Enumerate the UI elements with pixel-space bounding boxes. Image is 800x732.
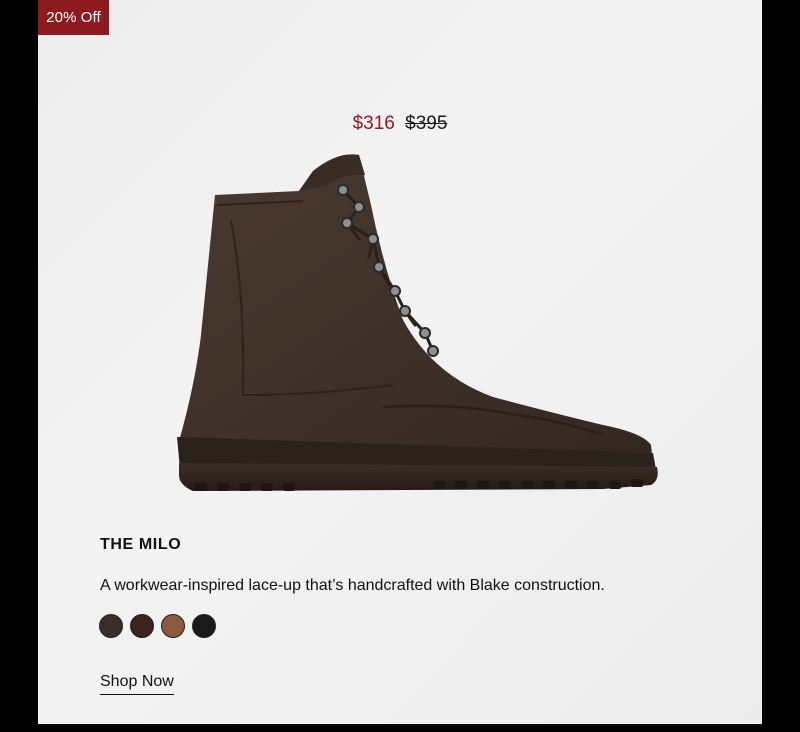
color-swatches	[99, 614, 216, 638]
product-card: 20% Off $316 $395 THE MILO A workwear-in…	[38, 0, 762, 724]
swatch-3[interactable]	[161, 614, 185, 638]
original-price: $395	[405, 113, 448, 134]
sale-price: $316	[352, 113, 395, 134]
product-description: A workwear-inspired lace-up that’s handc…	[100, 577, 605, 594]
swatch-2[interactable]	[130, 614, 154, 638]
shop-now-link[interactable]: Shop Now	[100, 673, 174, 695]
discount-badge: 20% Off	[38, 0, 109, 35]
product-title: THE MILO	[100, 536, 182, 553]
swatch-1[interactable]	[99, 614, 123, 638]
boot-image[interactable]	[133, 145, 673, 505]
swatch-4[interactable]	[192, 614, 216, 638]
price-row: $316 $395	[38, 111, 762, 137]
